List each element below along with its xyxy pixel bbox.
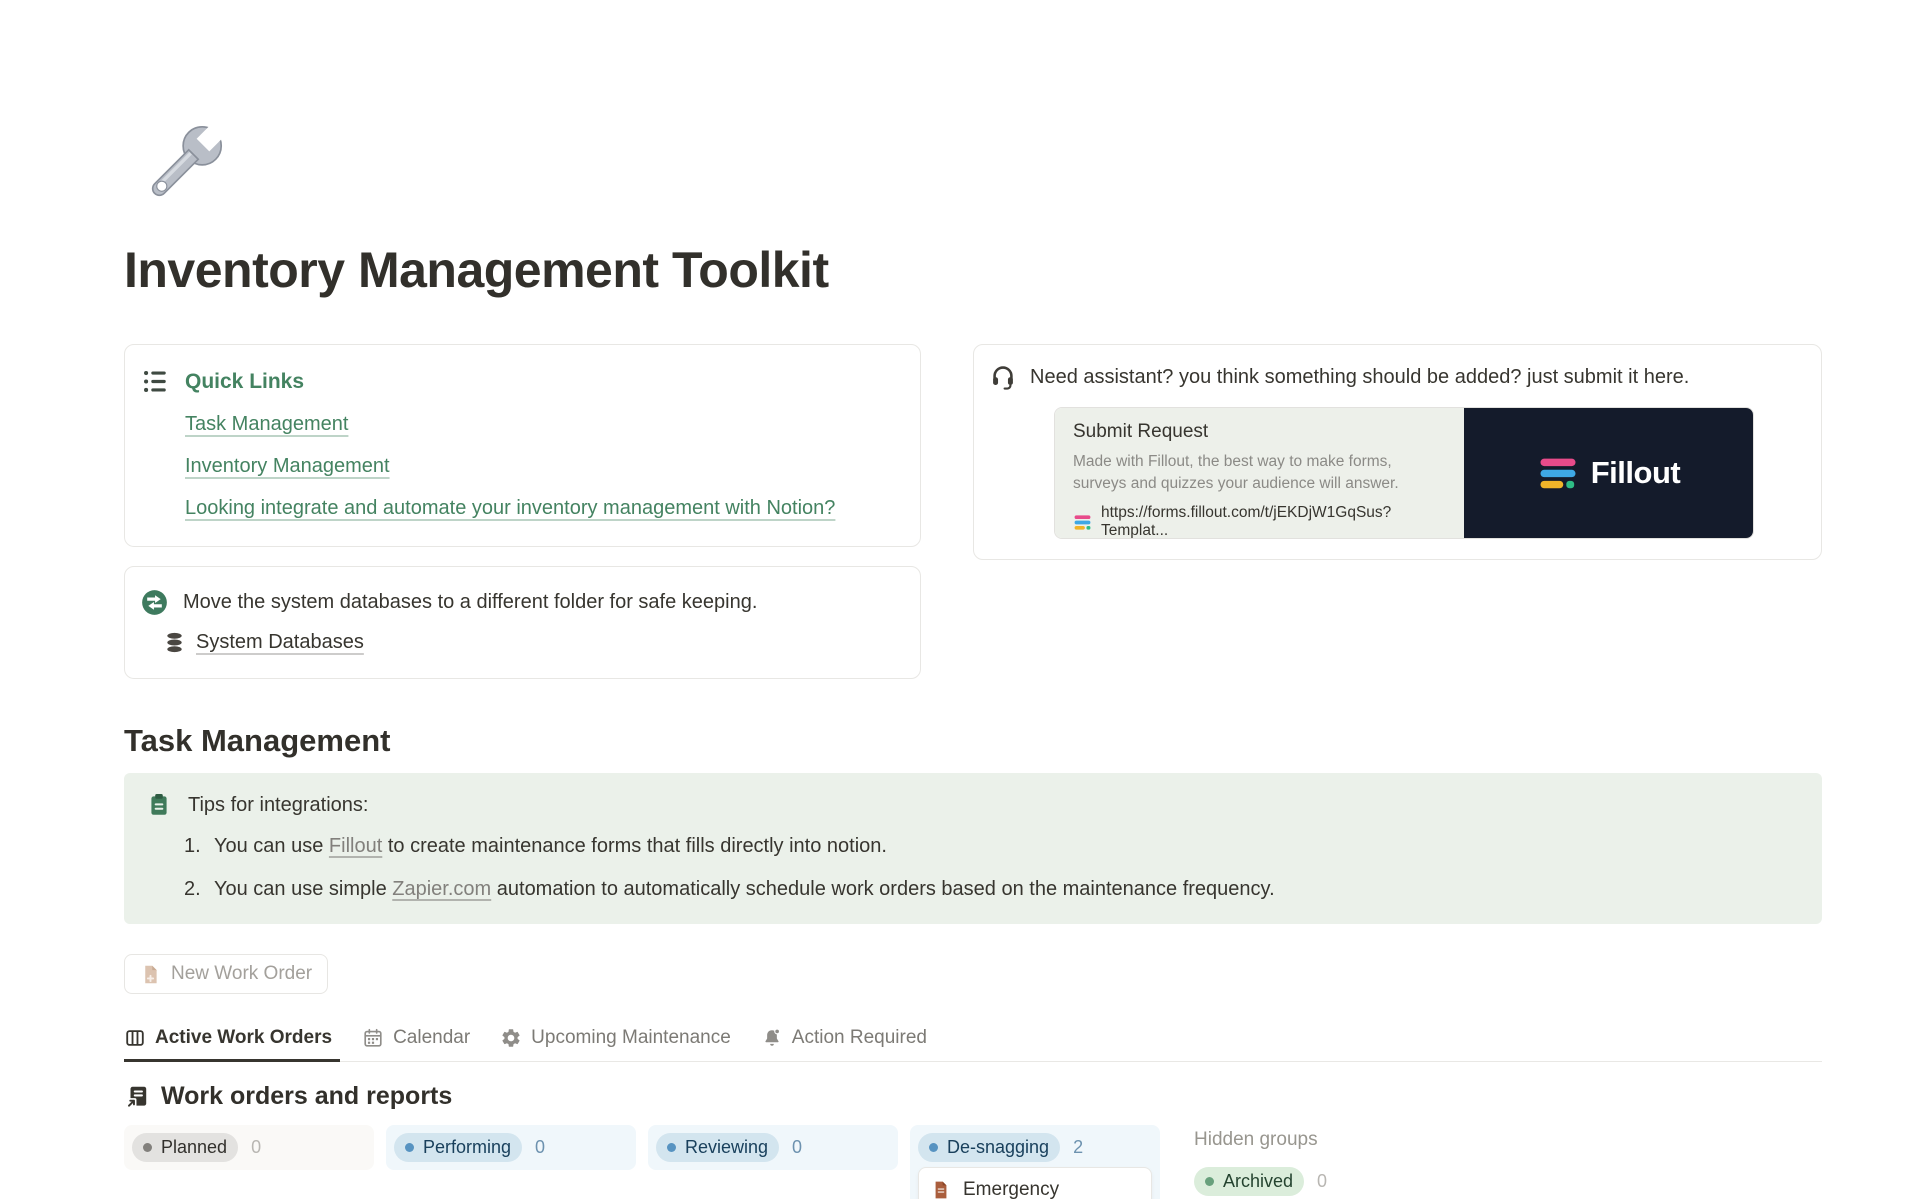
tips-header: Tips for integrations: <box>146 792 1800 818</box>
calendar-icon <box>362 1027 384 1049</box>
status-dot <box>143 1143 152 1152</box>
new-page-icon <box>140 964 161 985</box>
quick-links-card: Quick Links Task Management Inventory Ma… <box>124 344 921 547</box>
column-header: Performing 0 <box>394 1133 628 1162</box>
tips-title: Tips for integrations: <box>188 794 368 817</box>
page-title: Inventory Management Toolkit <box>124 240 1822 300</box>
assist-header: Need assistant? you think something shou… <box>990 363 1801 391</box>
fillout-embed-url: https://forms.fillout.com/t/jEKDjW1GqSus… <box>1101 504 1446 539</box>
board-title-row: Work orders and reports <box>124 1082 1822 1111</box>
board-column-reviewing: Reviewing 0 <box>648 1125 898 1170</box>
list-number: 1. <box>184 833 214 859</box>
hidden-group-archived-row: Archived 0 <box>1194 1167 1327 1196</box>
new-work-order-button[interactable]: New Work Order <box>124 954 328 994</box>
status-pill-reviewing[interactable]: Reviewing <box>656 1133 779 1162</box>
quick-links-title: Quick Links <box>185 370 304 394</box>
column-header: De-snagging 2 <box>918 1133 1152 1162</box>
status-pill-planned[interactable]: Planned <box>132 1133 238 1162</box>
system-databases-link[interactable]: System Databases <box>196 631 364 654</box>
quick-link-inventory-management[interactable]: Inventory Management <box>185 454 390 478</box>
tips-item: 2. You can use simple Zapier.com automat… <box>184 876 1800 902</box>
fillout-embed-title: Submit Request <box>1073 421 1446 443</box>
quick-links-list: Task Management Inventory Management Loo… <box>185 412 904 520</box>
view-tabs: Active Work Orders Calendar Upcoming Mai… <box>124 1027 1822 1062</box>
tab-label: Upcoming Maintenance <box>531 1027 731 1049</box>
tips-item: 1. You can use Fillout to create mainten… <box>184 833 1800 859</box>
fillout-favicon <box>1073 513 1092 532</box>
tips-item-text: You can use Fillout to create maintenanc… <box>214 833 887 859</box>
page-icon-brown <box>931 1179 951 1199</box>
database-callout-card: Move the system databases to a different… <box>124 566 921 679</box>
new-work-order-label: New Work Order <box>171 963 312 985</box>
assist-text: Need assistant? you think something shou… <box>1030 363 1689 391</box>
headset-icon <box>990 363 1016 391</box>
database-callout-row: Move the system databases to a different… <box>141 589 904 616</box>
fillout-logo-panel: Fillout <box>1464 408 1753 538</box>
bell-badge-icon <box>761 1027 783 1049</box>
tab-label: Active Work Orders <box>155 1027 332 1049</box>
status-dot <box>667 1143 676 1152</box>
page-icon-wrench-emoji[interactable] <box>124 112 236 224</box>
wrench-icon <box>124 112 236 224</box>
board-column-planned: Planned 0 <box>124 1125 374 1170</box>
tips-list: 1. You can use Fillout to create mainten… <box>184 833 1800 902</box>
fillout-embed-description: Made with Fillout, the best way to make … <box>1073 451 1446 495</box>
tips-callout: Tips for integrations: 1. You can use Fi… <box>124 773 1822 924</box>
column-count: 0 <box>535 1137 545 1158</box>
assist-card: Need assistant? you think something shou… <box>973 344 1822 560</box>
hidden-groups-section: Hidden groups Archived 0 <box>1194 1125 1327 1196</box>
status-dot <box>1205 1177 1214 1186</box>
tab-label: Calendar <box>393 1027 470 1049</box>
status-pill-performing[interactable]: Performing <box>394 1133 522 1162</box>
status-pill-de-snagging[interactable]: De-snagging <box>918 1133 1060 1162</box>
database-callout-text: Move the system databases to a different… <box>183 591 757 614</box>
board-column-de-snagging: De-snagging 2 Emergency <box>910 1125 1160 1199</box>
tab-active-work-orders[interactable]: Active Work Orders <box>124 1027 340 1062</box>
list-number: 2. <box>184 876 214 902</box>
fillout-link[interactable]: Fillout <box>329 835 382 857</box>
column-count: 0 <box>1317 1171 1327 1192</box>
tab-calendar[interactable]: Calendar <box>362 1027 478 1062</box>
database-icon <box>163 631 186 654</box>
fillout-logo-icon <box>1537 455 1579 492</box>
zapier-link[interactable]: Zapier.com <box>392 878 491 900</box>
transfer-arrows-icon <box>141 589 168 616</box>
tab-upcoming-maintenance[interactable]: Upcoming Maintenance <box>500 1027 739 1062</box>
board-title: Work orders and reports <box>161 1082 452 1111</box>
column-header: Reviewing 0 <box>656 1133 890 1162</box>
card-title: Emergency <box>963 1179 1059 1199</box>
tab-label: Action Required <box>792 1027 927 1049</box>
system-databases-row: System Databases <box>163 631 904 654</box>
board-icon <box>124 1027 146 1049</box>
two-column-layout: Quick Links Task Management Inventory Ma… <box>124 344 1822 679</box>
hidden-groups-label: Hidden groups <box>1194 1129 1327 1151</box>
gear-icon <box>500 1027 522 1049</box>
column-count: 0 <box>251 1137 261 1158</box>
left-column: Quick Links Task Management Inventory Ma… <box>124 344 921 679</box>
status-pill-archived[interactable]: Archived <box>1194 1167 1304 1196</box>
right-column: Need assistant? you think something shou… <box>973 344 1822 560</box>
linked-database-icon <box>124 1084 150 1110</box>
column-count: 0 <box>792 1137 802 1158</box>
fillout-embed[interactable]: Submit Request Made with Fillout, the be… <box>1054 407 1754 539</box>
quick-link-task-management[interactable]: Task Management <box>185 412 348 436</box>
column-header: Planned 0 <box>132 1133 366 1162</box>
quick-link-automation-article[interactable]: Looking integrate and automate your inve… <box>185 496 835 520</box>
clipboard-icon <box>146 792 172 818</box>
quick-links-header: Quick Links <box>141 367 904 396</box>
bulleted-list-icon <box>141 367 170 396</box>
notion-page: Inventory Management Toolkit Quick Links <box>0 0 1920 1199</box>
status-dot <box>929 1143 938 1152</box>
fillout-logo-text: Fillout <box>1591 455 1680 491</box>
task-management-heading: Task Management <box>124 722 1822 759</box>
board-view: Planned 0 Performing 0 Reviewing 0 De-sn… <box>124 1125 1822 1199</box>
fillout-embed-info: Submit Request Made with Fillout, the be… <box>1055 408 1464 538</box>
status-dot <box>405 1143 414 1152</box>
board-column-performing: Performing 0 <box>386 1125 636 1170</box>
board-card-emergency[interactable]: Emergency <box>918 1167 1152 1199</box>
tips-item-text: You can use simple Zapier.com automation… <box>214 876 1275 902</box>
column-count: 2 <box>1073 1137 1083 1158</box>
tab-action-required[interactable]: Action Required <box>761 1027 935 1062</box>
fillout-embed-url-row: https://forms.fillout.com/t/jEKDjW1GqSus… <box>1073 504 1446 539</box>
